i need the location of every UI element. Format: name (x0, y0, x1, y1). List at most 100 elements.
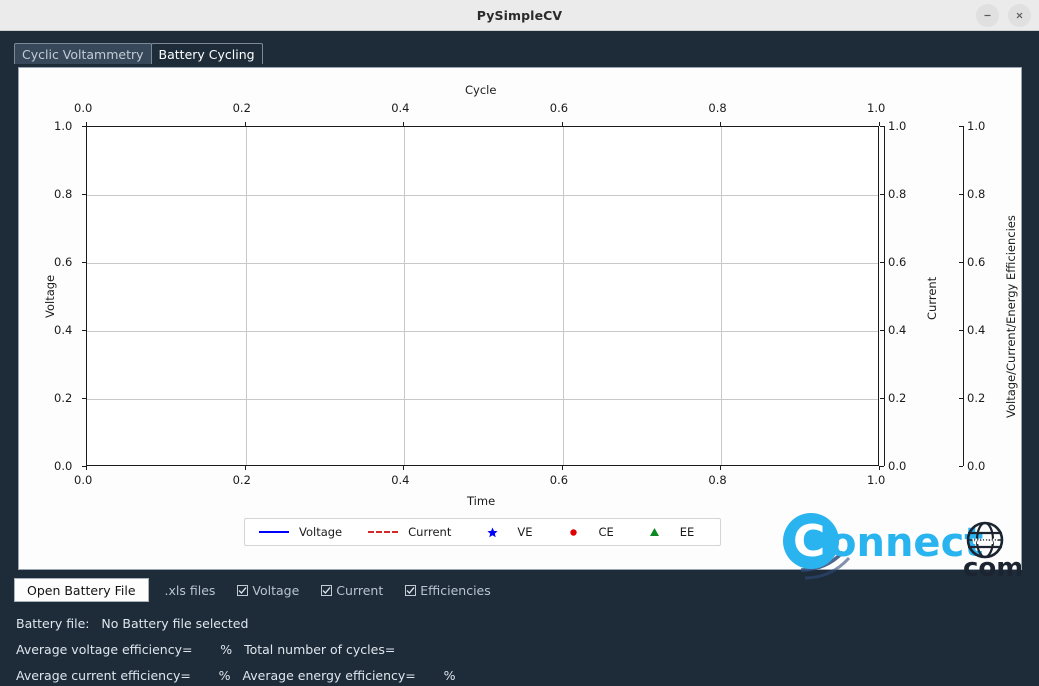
ytick-right2-label: 0.6 (967, 255, 986, 269)
legend-item-current: Current (368, 525, 451, 539)
ytick-label: 0.0 (54, 459, 73, 473)
tab-cyclic-voltammetry[interactable]: Cyclic Voltammetry (14, 43, 152, 64)
checkbox-current[interactable]: Current (321, 583, 383, 598)
ytick-right2-label: 0.8 (967, 187, 986, 201)
ytick-right-label: 0.0 (888, 459, 907, 473)
ytick-label: 1.0 (54, 119, 73, 133)
svg-text:com: com (963, 553, 1021, 583)
tick-y-right (880, 330, 884, 331)
tick-y-right2 (959, 194, 963, 195)
checkbox-efficiencies[interactable]: Efficiencies (405, 583, 491, 598)
xtick-label: 0.6 (549, 473, 569, 487)
legend-item-voltage: Voltage (259, 525, 342, 539)
close-icon[interactable] (1008, 4, 1031, 27)
xaxis-title: Time (467, 494, 496, 508)
tick-x (720, 466, 722, 470)
legend-label-voltage: Voltage (299, 525, 343, 539)
tick-y-right2 (959, 398, 963, 399)
checkmark-icon (405, 584, 417, 596)
tick-y (82, 262, 86, 263)
ytick-label: 0.2 (54, 391, 73, 405)
checkmark-icon (321, 584, 333, 596)
app-body: Cyclic Voltammetry Battery Cycling 0.0 0… (0, 31, 1039, 686)
ytick-right-label: 0.2 (888, 391, 907, 405)
checkbox-efficiencies-label: Efficiencies (420, 582, 491, 598)
tick-y (82, 194, 86, 195)
plot-axes-area (86, 126, 879, 466)
window-titlebar: PySimpleCV (0, 0, 1039, 31)
tab-battery-cycling[interactable]: Battery Cycling (150, 43, 263, 64)
ytick-label: 0.6 (54, 255, 73, 269)
chart-legend: Voltage Current VE CE EE (244, 518, 721, 546)
minimize-icon[interactable] (976, 4, 999, 27)
gridline-v (404, 127, 406, 465)
status-current-efficiency: Average current efficiency= % Average en… (16, 668, 456, 683)
ytick-label: 0.4 (54, 323, 73, 337)
legend-item-ee: EE (640, 525, 695, 539)
checkmark-icon (237, 584, 249, 596)
legend-item-ce: CE (558, 525, 614, 539)
legend-label-ee: EE (679, 525, 695, 539)
tick-y-right2 (959, 330, 963, 331)
svg-text:www: www (972, 536, 999, 547)
ytick-right2-label: 0.4 (967, 323, 986, 337)
gridline-h (87, 263, 878, 264)
tick-y-right (880, 194, 884, 195)
legend-label-current: Current (408, 525, 452, 539)
tick-x-top (403, 122, 405, 126)
tick-x-top (244, 122, 246, 126)
gridline-h (87, 195, 878, 196)
xtick-label: 1.0 (867, 473, 886, 487)
right-axis2-title: Voltage/Current/Energy Efficiencies (1004, 215, 1018, 418)
gridline-h (87, 331, 878, 332)
tick-y-right (880, 398, 884, 399)
bottom-controls: Open Battery File .xls files Voltage Cur… (14, 578, 491, 602)
gridline-v (562, 127, 564, 465)
window-controls (976, 4, 1031, 27)
tick-x (403, 466, 405, 470)
legend-label-ve: VE (517, 525, 533, 539)
tick-y-right (880, 262, 884, 263)
yaxis-title: Voltage (43, 274, 57, 318)
tick-y (82, 466, 86, 467)
ytick-right2-label: 1.0 (967, 119, 986, 133)
ytick-right2-label: 0.2 (967, 391, 986, 405)
tick-x (244, 466, 246, 470)
tick-x (561, 466, 563, 470)
tick-y-right (880, 126, 884, 127)
xtick-label: 0.2 (232, 473, 251, 487)
tick-x (86, 466, 87, 470)
tick-y-right2 (959, 126, 963, 127)
status-battery-file: Battery file: No Battery file selected (16, 616, 249, 631)
tab-battery-cycling-label: Battery Cycling (158, 46, 255, 62)
ytick-right2-label: 0.0 (967, 459, 986, 473)
xtick-top-label: 0.0 (74, 101, 93, 115)
tick-x-top (720, 122, 722, 126)
gridline-v (721, 127, 723, 465)
gridline-v (245, 127, 247, 465)
svg-text:onnect: onnect (829, 520, 983, 566)
dot-marker-icon (558, 528, 588, 537)
triangle-marker-icon (640, 527, 670, 537)
xtick-top-label: 0.4 (391, 101, 410, 115)
file-type-label: .xls files (164, 582, 216, 598)
right-axis2-spine (963, 126, 965, 466)
open-battery-file-button[interactable]: Open Battery File (14, 578, 149, 602)
connect-com-watermark: C onnect www com (771, 508, 1023, 586)
star-marker-icon (477, 527, 507, 538)
xtick-label: 0.8 (708, 473, 727, 487)
xtick-top-label: 0.2 (232, 101, 251, 115)
xtick-top-label: 1.0 (867, 101, 886, 115)
ytick-right-label: 0.6 (888, 255, 907, 269)
xtick-label: 0.0 (74, 473, 93, 487)
checkbox-voltage[interactable]: Voltage (237, 583, 299, 598)
checkbox-current-label: Current (336, 582, 384, 598)
right-axis-title: Current (925, 276, 939, 320)
svg-text:C: C (793, 516, 825, 567)
tick-x-top (561, 122, 563, 126)
tick-y (82, 126, 86, 127)
xtick-top-label: 0.8 (708, 101, 727, 115)
legend-label-ce: CE (598, 525, 614, 539)
tick-y (82, 330, 86, 331)
tick-x-top (86, 122, 87, 126)
